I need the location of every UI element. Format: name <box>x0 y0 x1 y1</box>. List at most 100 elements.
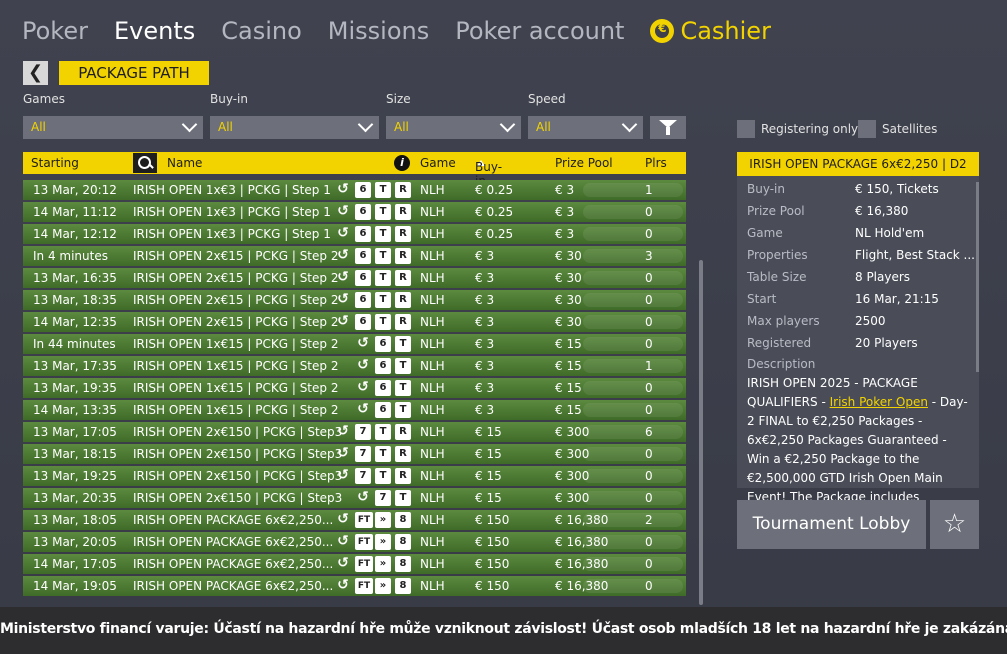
list-scrollbar[interactable] <box>699 260 703 605</box>
badge: T <box>395 490 411 506</box>
cell-prize: € 3 <box>555 227 575 241</box>
badge: R <box>395 270 411 286</box>
top-nav: Poker Events Casino Missions Poker accou… <box>22 14 771 48</box>
table-row[interactable]: 13 Mar, 18:35 IRISH OPEN 2x€15 | PCKG | S… <box>23 290 686 310</box>
registering-only-checkbox[interactable]: Registering only <box>737 120 858 138</box>
table-row[interactable]: 13 Mar, 18:15 IRISH OPEN 2x€150 | PCKG | … <box>23 444 686 464</box>
col-starting[interactable]: Starting <box>31 156 79 170</box>
cell-name: IRISH OPEN 1x€3 | PCKG | Step 1 <box>133 205 331 219</box>
info-icon[interactable]: i <box>394 155 410 171</box>
detail-value: 20 Players <box>855 336 918 350</box>
description-label: Description <box>747 357 816 371</box>
chevron-down-icon <box>621 116 638 133</box>
tournament-badges: ↺ 7 T R <box>335 446 411 462</box>
description-part: - Day-2 FINAL to €2,250 Packages - 6x€2,… <box>747 395 968 504</box>
col-prize-pool[interactable]: Prize Pool <box>555 156 613 170</box>
cell-plrs: 0 <box>645 579 653 593</box>
tournament-detail-panel: IRISH OPEN PACKAGE 6x€2,250 | D2 Buy-in €… <box>737 152 979 504</box>
favorite-button[interactable]: ☆ <box>930 500 979 549</box>
description-text: IRISH OPEN 2025 - PACKAGE QUALIFIERS - I… <box>747 374 973 507</box>
table-row[interactable]: 14 Mar, 12:12 IRISH OPEN 1x€3 | PCKG | St… <box>23 224 686 244</box>
tournament-badges: ↺ FT» 8 <box>335 556 411 572</box>
cell-game: NLH <box>420 227 445 241</box>
detail-value: NL Hold'em <box>855 226 925 240</box>
col-buyin-wrap[interactable]: Buy-in <box>475 156 502 188</box>
tournament-lobby-button[interactable]: Tournament Lobby <box>737 500 926 549</box>
table-row[interactable]: 14 Mar, 17:05 IRISH OPEN PACKAGE 6x€2,250… <box>23 554 686 574</box>
badge: 6 <box>355 270 371 286</box>
nav-missions[interactable]: Missions <box>328 17 429 45</box>
cell-buyin: € 150 <box>475 513 510 527</box>
table-row[interactable]: 13 Mar, 20:35 IRISH OPEN 2x€150 | PCKG | … <box>23 488 686 508</box>
cell-start: 14 Mar, 13:35 <box>33 403 117 417</box>
tournament-badges: ↺ 6 T <box>335 358 411 374</box>
nav-cashier[interactable]: Cashier <box>650 17 771 45</box>
irish-poker-open-link[interactable]: Irish Poker Open <box>830 395 928 409</box>
filter-button[interactable] <box>650 116 686 139</box>
size-select-value: All <box>394 120 409 134</box>
cell-plrs: 0 <box>645 205 653 219</box>
buyin-select[interactable]: All <box>210 116 379 139</box>
table-row[interactable]: In 44 minutes IRISH OPEN 1x€15 | PCKG | S… <box>23 334 686 354</box>
table-row[interactable]: 13 Mar, 20:05 IRISH OPEN PACKAGE 6x€2,250… <box>23 532 686 552</box>
badge: R <box>395 314 411 330</box>
cell-name: IRISH OPEN 2x€15 | PCKG | Step 2 <box>133 293 339 307</box>
cell-game: NLH <box>420 315 445 329</box>
cell-game: NLH <box>420 491 445 505</box>
detail-label: Buy-in <box>747 182 785 196</box>
table-row[interactable]: 13 Mar, 19:25 IRISH OPEN 2x€150 | PCKG | … <box>23 466 686 486</box>
badge: R <box>395 182 411 198</box>
cell-buyin: € 150 <box>475 535 510 549</box>
col-name[interactable]: Name <box>167 156 202 170</box>
cell-game: NLH <box>420 579 445 593</box>
satellites-label: Satellites <box>882 122 938 136</box>
detail-value: 16 Mar, 21:15 <box>855 292 939 306</box>
cell-prize: € 16,380 <box>555 513 609 527</box>
cell-prize: € 15 <box>555 403 582 417</box>
badge: R <box>395 468 411 484</box>
badge: 7 <box>355 424 371 440</box>
table-row[interactable]: 14 Mar, 12:35 IRISH OPEN 2x€15 | PCKG | S… <box>23 312 686 332</box>
detail-scrollbar[interactable] <box>976 182 979 372</box>
nav-poker-account[interactable]: Poker account <box>455 17 624 45</box>
star-icon: ☆ <box>942 509 967 539</box>
table-row[interactable]: 13 Mar, 16:35 IRISH OPEN 2x€15 | PCKG | S… <box>23 268 686 288</box>
games-select[interactable]: All <box>23 116 203 139</box>
registering-only-label: Registering only <box>761 122 859 136</box>
badge: R <box>395 446 411 462</box>
col-game[interactable]: Game <box>420 156 456 170</box>
back-button[interactable]: ❮ <box>23 61 48 85</box>
detail-value: € 16,380 <box>855 204 909 218</box>
tournament-badges: ↺ 6 T R <box>335 270 411 286</box>
cell-plrs: 0 <box>645 271 653 285</box>
table-row[interactable]: 14 Mar, 19:05 IRISH OPEN PACKAGE 6x€2,250… <box>23 576 686 596</box>
badge: T <box>395 336 411 352</box>
cell-start: 13 Mar, 17:35 <box>33 359 117 373</box>
badge: 6 <box>355 314 371 330</box>
table-row[interactable]: 13 Mar, 20:12 IRISH OPEN 1x€3 | PCKG | St… <box>23 180 686 200</box>
badge: 8 <box>395 578 411 594</box>
table-row[interactable]: 13 Mar, 17:35 IRISH OPEN 1x€15 | PCKG | S… <box>23 356 686 376</box>
table-row[interactable]: 14 Mar, 11:12 IRISH OPEN 1x€3 | PCKG | St… <box>23 202 686 222</box>
cell-plrs: 3 <box>645 249 653 263</box>
nav-events[interactable]: Events <box>114 17 195 45</box>
cell-name: IRISH OPEN 1x€15 | PCKG | Step 2 <box>133 403 339 417</box>
cell-plrs: 0 <box>645 447 653 461</box>
nav-casino[interactable]: Casino <box>221 17 302 45</box>
table-row[interactable]: 13 Mar, 19:35 IRISH OPEN 1x€15 | PCKG | S… <box>23 378 686 398</box>
satellites-checkbox[interactable]: Satellites <box>858 120 937 138</box>
cell-prize: € 15 <box>555 381 582 395</box>
search-icon[interactable] <box>133 153 157 173</box>
table-row[interactable]: 13 Mar, 17:05 IRISH OPEN 2x€150 | PCKG | … <box>23 422 686 442</box>
speed-select[interactable]: All <box>528 116 643 139</box>
cell-start: In 4 minutes <box>33 249 108 263</box>
table-row[interactable]: In 4 minutes IRISH OPEN 2x€15 | PCKG | St… <box>23 246 686 266</box>
cell-start: 13 Mar, 18:35 <box>33 293 117 307</box>
table-row[interactable]: 14 Mar, 13:35 IRISH OPEN 1x€15 | PCKG | S… <box>23 400 686 420</box>
nav-poker[interactable]: Poker <box>22 17 88 45</box>
size-select[interactable]: All <box>386 116 521 139</box>
table-row[interactable]: 13 Mar, 18:05 IRISH OPEN PACKAGE 6x€2,250… <box>23 510 686 530</box>
badge: 6 <box>355 182 371 198</box>
col-players[interactable]: Plrs <box>645 156 667 170</box>
badge: 8 <box>395 512 411 528</box>
